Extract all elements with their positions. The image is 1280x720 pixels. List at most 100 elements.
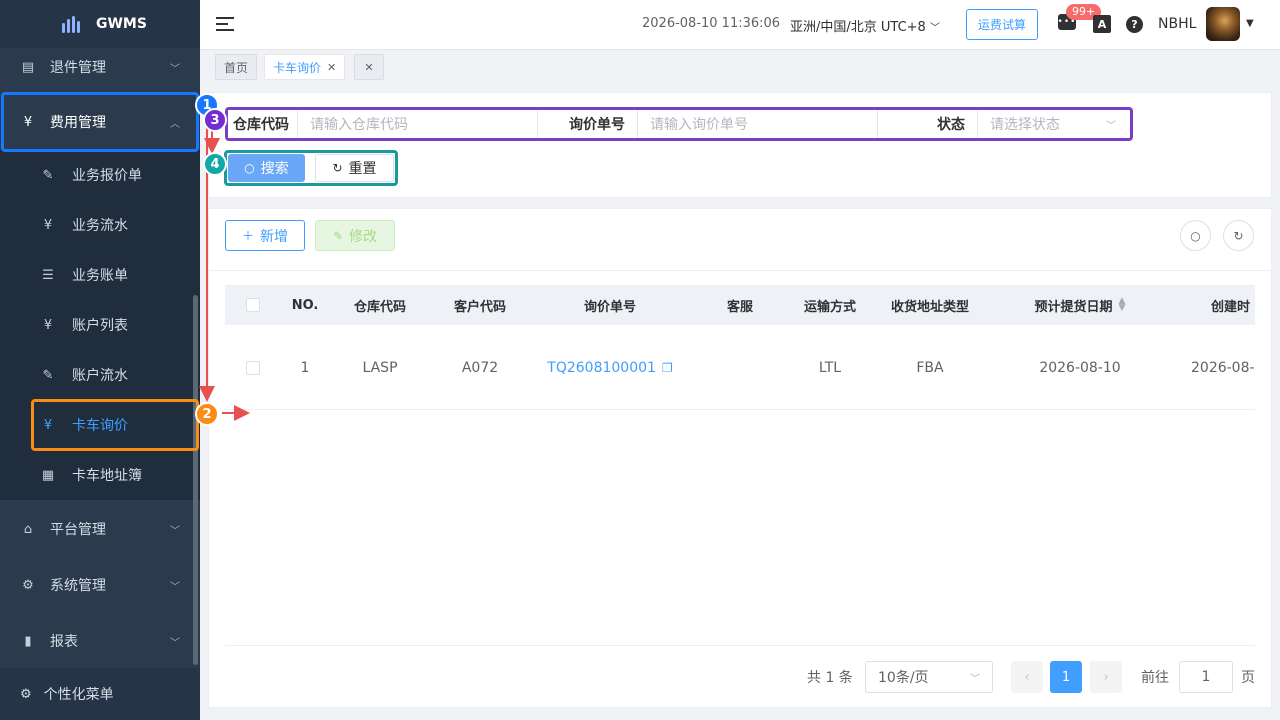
sidebar-item-quotes[interactable]: ✎ 业务报价单 (0, 150, 200, 200)
page-size-select[interactable]: 10条/页 ﹀ (865, 661, 993, 693)
gear-icon: ⚙ (22, 577, 34, 593)
add-button[interactable]: ＋ 新增 (225, 220, 305, 251)
sidebar-scrollbar[interactable] (193, 295, 198, 665)
table-bottom-border (225, 645, 1255, 646)
chevron-down-icon: ﹀ (170, 581, 180, 593)
chevron-left-icon: ‹ (1024, 669, 1030, 685)
cell-service (700, 325, 780, 409)
status-label: 状态 (878, 110, 978, 138)
page-number[interactable]: 1 (1050, 661, 1082, 693)
cell-no: 1 (300, 359, 310, 376)
tab-close-all[interactable]: ✕ (354, 54, 384, 80)
search-form: 仓库代码 请输入仓库代码 询价单号 请输入询价单号 状态 请选择状态 ﹀ ○ 搜… (208, 92, 1272, 198)
refresh-icon: ↻ (332, 161, 343, 175)
chevron-down-icon: ﹀ (170, 637, 180, 649)
tags-view: 首页 卡车询价 ✕ ✕ (200, 50, 1280, 86)
chevron-down-icon: ﹀ (170, 63, 180, 75)
sidebar-item-label: 退件管理 (50, 60, 106, 76)
sidebar-item-truck-address[interactable]: ▦ 卡车地址簿 (0, 450, 200, 500)
sidebar-item-truck-inquiry[interactable]: ¥ 卡车询价 (0, 400, 200, 450)
inquiry-link[interactable]: TQ2608100001 (547, 360, 656, 376)
table-panel: ＋ 新增 ✎ 修改 ○ ↻ NO. 仓库代码 客户代码 询价单号 客服 运输方式… (208, 208, 1272, 708)
bar-chart-icon: ▮ (24, 633, 32, 649)
search-button[interactable]: ○ 搜索 (228, 154, 305, 182)
table-header: NO. 仓库代码 客户代码 询价单号 客服 运输方式 收货地址类型 预计提货日期… (225, 285, 1255, 325)
tab-truck-inquiry[interactable]: 卡车询价 ✕ (264, 54, 346, 80)
header: 2026-08-10 11:36:06 亚洲/中国/北京 UTC+8 ﹀ 运费试… (200, 0, 1280, 50)
refresh-button[interactable]: ↻ (1223, 220, 1254, 251)
column-header: 仓库代码 (353, 299, 406, 315)
goto-page-input[interactable]: 1 (1179, 661, 1233, 693)
cell-address-type: FBA (916, 359, 944, 376)
sidebar-item-fees[interactable]: ¥ 费用管理 ︿ (0, 97, 200, 147)
sidebar-item-returns[interactable]: ▤ 退件管理 ﹀ (0, 42, 200, 92)
close-icon[interactable]: ✕ (327, 61, 336, 74)
caret-down-icon[interactable]: ▼ (1246, 18, 1254, 29)
table-row[interactable]: 1 LASP A072 TQ2608100001 ❐ LTL FBA 2026-… (225, 325, 1255, 410)
app-logo[interactable]: GWMS (0, 0, 200, 48)
help-icon[interactable]: ? (1126, 16, 1143, 33)
prev-page-button[interactable]: ‹ (1011, 661, 1043, 693)
freight-estimate-button[interactable]: 运费试算 (966, 9, 1038, 40)
sidebar-item-label: 平台管理 (50, 522, 106, 538)
yen-icon: ¥ (23, 114, 33, 130)
list-icon: ☰ (42, 267, 54, 283)
current-datetime: 2026-08-10 11:36:06 (642, 16, 781, 31)
inquiry-input[interactable]: 请输入询价单号 (638, 110, 878, 138)
reset-button[interactable]: ↻ 重置 (315, 154, 394, 182)
sidebar-item-platform[interactable]: ⌂ 平台管理 ﹀ (0, 504, 200, 554)
close-icon[interactable]: ✕ (364, 61, 373, 74)
copy-icon[interactable]: ❐ (662, 361, 673, 375)
search-actions: ○ 搜索 ↻ 重置 (224, 150, 398, 186)
sidebar-item-system[interactable]: ⚙ 系统管理 ﹀ (0, 560, 200, 610)
sidebar-item-label: 账户流水 (72, 368, 128, 384)
toolbar-divider (209, 270, 1271, 271)
cell-pickup-date: 2026-08-10 (1039, 359, 1121, 376)
tab-home[interactable]: 首页 (215, 54, 258, 80)
cell-created: 2026-08- (1191, 359, 1255, 376)
search-button-label: 搜索 (260, 161, 289, 177)
chevron-down-icon: ﹀ (170, 525, 180, 537)
search-icon: ○ (1190, 228, 1201, 243)
tab-label: 卡车询价 (273, 60, 322, 75)
timezone-select[interactable]: 亚洲/中国/北京 UTC+8 ﹀ (790, 16, 940, 35)
refresh-icon: ↻ (1233, 228, 1244, 243)
status-select[interactable]: 请选择状态 ﹀ (978, 110, 1130, 138)
column-header: 运输方式 (803, 299, 856, 315)
column-header: 客服 (726, 299, 753, 315)
logo-icon (62, 15, 80, 33)
avatar[interactable] (1206, 7, 1240, 41)
annotation-marker: 4 (203, 152, 227, 176)
sidebar-item-business-flow[interactable]: ¥ 业务流水 (0, 200, 200, 250)
toggle-search-button[interactable]: ○ (1180, 220, 1211, 251)
column-header: 创建时 (1211, 299, 1251, 315)
sidebar-item-bills[interactable]: ☰ 业务账单 (0, 250, 200, 300)
column-header: 收货地址类型 (890, 299, 969, 315)
inquiry-label: 询价单号 (538, 110, 638, 138)
search-fields: 仓库代码 请输入仓库代码 询价单号 请输入询价单号 状态 请选择状态 ﹀ (225, 107, 1133, 141)
annotation-marker: 3 (203, 108, 227, 132)
column-header-sortable[interactable]: 预计提货日期 ▲ ▼ (1020, 285, 1140, 325)
chevron-down-icon: ﹀ (929, 23, 940, 34)
edit-button[interactable]: ✎ 修改 (315, 220, 395, 251)
edit-button-label: 修改 (349, 228, 378, 245)
user-name[interactable]: NBHL (1158, 16, 1196, 32)
language-icon[interactable]: A (1093, 15, 1111, 33)
sidebar-item-reports[interactable]: ▮ 报表 ﹀ (0, 616, 200, 666)
column-header: NO. (291, 297, 319, 313)
sidebar-item-label: 系统管理 (50, 578, 106, 594)
goto-label: 前往 (1141, 670, 1169, 686)
sidebar-item-accounts[interactable]: ¥ 账户列表 (0, 300, 200, 350)
sidebar-item-label: 业务流水 (72, 218, 128, 234)
sidebar-item-account-flow[interactable]: ✎ 账户流水 (0, 350, 200, 400)
personal-menu[interactable]: ⚙ 个性化菜单 (0, 668, 200, 720)
sidebar-item-label: 卡车地址簿 (72, 468, 142, 484)
warehouse-input[interactable]: 请输入仓库代码 (298, 110, 538, 138)
grid-icon: ▦ (41, 467, 55, 483)
column-header: 预计提货日期 (1034, 299, 1113, 315)
sort-icon[interactable]: ▲ ▼ (1119, 297, 1126, 313)
menu-toggle-icon[interactable] (216, 16, 234, 32)
column-header: 询价单号 (583, 299, 636, 315)
edit-icon: ✎ (42, 367, 54, 383)
next-page-button[interactable]: › (1090, 661, 1122, 693)
